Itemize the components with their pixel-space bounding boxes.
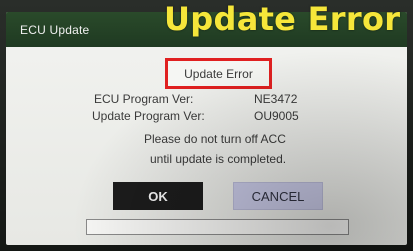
- window-title: ECU Update: [20, 23, 90, 37]
- ecu-update-screen: ECU Update Update Error ECU Program Ver:…: [6, 12, 407, 245]
- update-progress-bar: [86, 219, 349, 235]
- warning-message-line2: until update is completed.: [150, 152, 287, 166]
- cancel-button[interactable]: CANCEL: [233, 182, 323, 210]
- update-error-status-label: Update Error: [184, 67, 253, 81]
- ecu-program-version-value: NE3472: [254, 92, 298, 106]
- warning-message-line1: Please do not turn off ACC: [144, 132, 286, 146]
- update-program-version-label: Update Program Ver:: [92, 109, 205, 123]
- update-error-banner: Update Error: [164, 0, 401, 38]
- update-error-status-box: Update Error: [165, 58, 272, 89]
- ok-button[interactable]: OK: [113, 182, 203, 210]
- head-unit-display: ECU Update Update Error ECU Program Ver:…: [0, 0, 413, 251]
- ecu-program-version-label: ECU Program Ver:: [94, 92, 194, 106]
- update-program-version-value: OU9005: [254, 109, 299, 123]
